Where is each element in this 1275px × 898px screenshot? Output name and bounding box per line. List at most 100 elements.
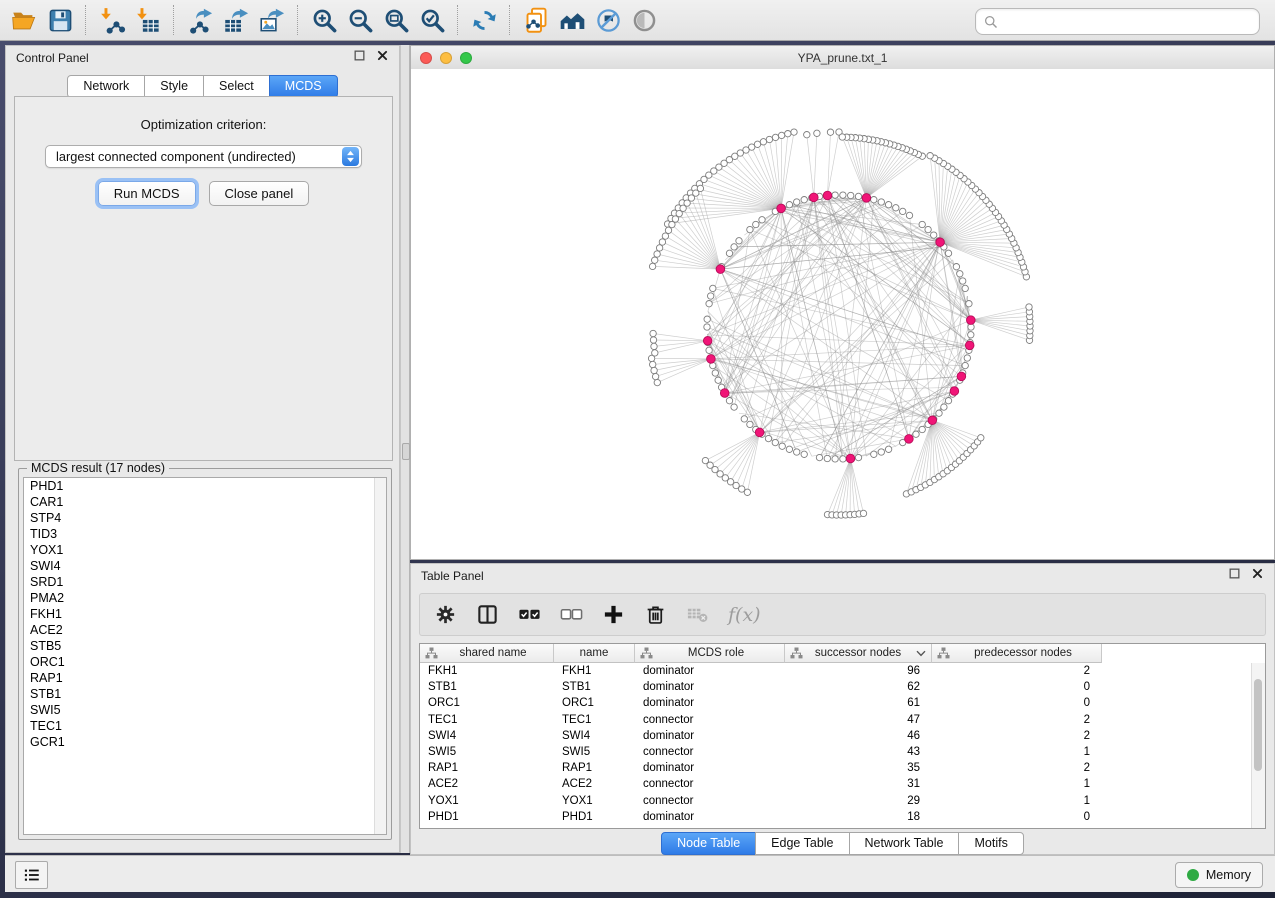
mcds-result-item[interactable]: YOX1 bbox=[24, 542, 386, 558]
table-settings-button[interactable] bbox=[434, 603, 457, 626]
import-network-button[interactable] bbox=[94, 3, 130, 37]
zoom-in-button[interactable] bbox=[306, 3, 342, 37]
cell-successor-nodes: 47 bbox=[785, 714, 932, 726]
zoom-in-icon bbox=[311, 7, 338, 34]
search-field[interactable] bbox=[975, 8, 1260, 35]
mcds-result-list[interactable]: PHD1CAR1STP4TID3YOX1SWI4SRD1PMA2FKH1ACE2… bbox=[23, 477, 387, 835]
mcds-result-item[interactable]: PMA2 bbox=[24, 590, 386, 606]
mcds-result-item[interactable]: ACE2 bbox=[24, 622, 386, 638]
table-row[interactable]: FKH1FKH1dominator962 bbox=[420, 663, 1265, 679]
refresh-button[interactable] bbox=[466, 3, 502, 37]
cell-MCDS-role: dominator bbox=[635, 681, 785, 693]
unselect-all-columns-button[interactable] bbox=[560, 603, 583, 626]
tab-network-table[interactable]: Network Table bbox=[849, 832, 960, 855]
table-row[interactable]: ACE2ACE2connector311 bbox=[420, 776, 1265, 792]
close-panel-icon[interactable] bbox=[1251, 567, 1264, 585]
network-graph[interactable] bbox=[411, 69, 1274, 559]
cell-shared-name: SWI4 bbox=[420, 730, 554, 742]
close-panel-icon[interactable] bbox=[376, 49, 389, 67]
run-mcds-button[interactable]: Run MCDS bbox=[98, 181, 196, 206]
cell-shared-name: RAP1 bbox=[420, 762, 554, 774]
mcds-result-item[interactable]: SWI5 bbox=[24, 702, 386, 718]
save-session-button[interactable] bbox=[42, 3, 78, 37]
export-network-button[interactable] bbox=[182, 3, 218, 37]
table-scrollbar[interactable] bbox=[1251, 663, 1265, 828]
table-panel-titlebar: Table Panel bbox=[411, 564, 1274, 588]
export-image-button[interactable] bbox=[254, 3, 290, 37]
mcds-result-item[interactable]: FKH1 bbox=[24, 606, 386, 622]
cell-predecessor-nodes: 2 bbox=[932, 714, 1102, 726]
trash-icon bbox=[644, 603, 667, 626]
mcds-result-item[interactable]: SRD1 bbox=[24, 574, 386, 590]
scrollbar-thumb[interactable] bbox=[1254, 679, 1262, 771]
memory-button[interactable]: Memory bbox=[1175, 862, 1263, 888]
zoom-fit-button[interactable] bbox=[378, 3, 414, 37]
result-list-scrollbar[interactable] bbox=[374, 478, 386, 834]
tab-network[interactable]: Network bbox=[67, 75, 145, 98]
optimization-criterion-select[interactable]: largest connected component (undirected) bbox=[45, 145, 362, 168]
close-panel-button[interactable]: Close panel bbox=[209, 181, 310, 206]
cell-name: SWI4 bbox=[554, 730, 635, 742]
cell-successor-nodes: 31 bbox=[785, 778, 932, 790]
column-header-MCDS-role[interactable]: MCDS role bbox=[635, 644, 785, 663]
tab-motifs[interactable]: Motifs bbox=[958, 832, 1023, 855]
tab-style[interactable]: Style bbox=[144, 75, 204, 98]
select-all-columns-button[interactable] bbox=[518, 603, 541, 626]
mcds-result-item[interactable]: CAR1 bbox=[24, 494, 386, 510]
float-panel-icon[interactable] bbox=[353, 49, 366, 67]
zoom-out-button[interactable] bbox=[342, 3, 378, 37]
network-canvas[interactable] bbox=[411, 69, 1274, 559]
column-header-predecessor-nodes[interactable]: predecessor nodes bbox=[932, 644, 1102, 663]
mcds-result-item[interactable]: TID3 bbox=[24, 526, 386, 542]
mcds-result-item[interactable]: PHD1 bbox=[24, 478, 386, 494]
mcds-result-item[interactable]: TEC1 bbox=[24, 718, 386, 734]
table-row[interactable]: YOX1YOX1connector291 bbox=[420, 793, 1265, 809]
delete-column-button[interactable] bbox=[644, 603, 667, 626]
column-header-successor-nodes[interactable]: successor nodes bbox=[785, 644, 932, 663]
table-panel-title: Table Panel bbox=[421, 569, 1228, 583]
first-neighbors-button[interactable] bbox=[554, 3, 590, 37]
open-file-button[interactable] bbox=[6, 3, 42, 37]
table-row[interactable]: PHD1PHD1dominator180 bbox=[420, 809, 1265, 825]
gear-icon bbox=[434, 603, 457, 626]
task-history-button[interactable] bbox=[15, 861, 48, 889]
column-header-shared-name[interactable]: shared name bbox=[420, 644, 554, 663]
table-row[interactable]: STB1STB1dominator620 bbox=[420, 679, 1265, 695]
table-row[interactable]: TEC1TEC1connector472 bbox=[420, 712, 1265, 728]
memory-status-icon bbox=[1187, 869, 1199, 881]
tab-mcds[interactable]: MCDS bbox=[269, 75, 338, 98]
vertical-splitter[interactable] bbox=[400, 45, 410, 853]
export-table-button[interactable] bbox=[218, 3, 254, 37]
splitter-grip[interactable] bbox=[402, 443, 410, 460]
cell-successor-nodes: 29 bbox=[785, 795, 932, 807]
network-document-button[interactable] bbox=[518, 3, 554, 37]
table-row[interactable]: SWI5SWI5connector431 bbox=[420, 744, 1265, 760]
tree-icon bbox=[790, 647, 803, 659]
table-row[interactable]: SWI4SWI4dominator462 bbox=[420, 728, 1265, 744]
table-row[interactable]: ORC1ORC1dominator610 bbox=[420, 695, 1265, 711]
mcds-result-item[interactable]: STB5 bbox=[24, 638, 386, 654]
show-columns-button[interactable] bbox=[476, 603, 499, 626]
float-panel-icon[interactable] bbox=[1228, 567, 1241, 585]
create-column-button[interactable] bbox=[602, 603, 625, 626]
mcds-result-item[interactable]: SWI4 bbox=[24, 558, 386, 574]
optimization-criterion-label: Optimization criterion: bbox=[15, 117, 392, 132]
zoom-out-icon bbox=[347, 7, 374, 34]
zoom-selected-button[interactable] bbox=[414, 3, 450, 37]
tab-select[interactable]: Select bbox=[203, 75, 270, 98]
table-row[interactable]: RAP1RAP1dominator352 bbox=[420, 760, 1265, 776]
main-toolbar bbox=[0, 0, 1275, 41]
mcds-result-item[interactable]: ORC1 bbox=[24, 654, 386, 670]
show-details-button[interactable] bbox=[626, 3, 662, 37]
tab-edge-table[interactable]: Edge Table bbox=[755, 832, 849, 855]
import-table-button[interactable] bbox=[130, 3, 166, 37]
hide-details-button[interactable] bbox=[590, 3, 626, 37]
mcds-result-item[interactable]: STB1 bbox=[24, 686, 386, 702]
mcds-result-item[interactable]: RAP1 bbox=[24, 670, 386, 686]
share-document-icon bbox=[523, 7, 550, 34]
tab-node-table[interactable]: Node Table bbox=[661, 832, 756, 855]
mcds-result-item[interactable]: GCR1 bbox=[24, 734, 386, 750]
mcds-result-item[interactable]: STP4 bbox=[24, 510, 386, 526]
search-input[interactable] bbox=[1002, 12, 1259, 32]
column-header-name[interactable]: name bbox=[554, 644, 635, 663]
